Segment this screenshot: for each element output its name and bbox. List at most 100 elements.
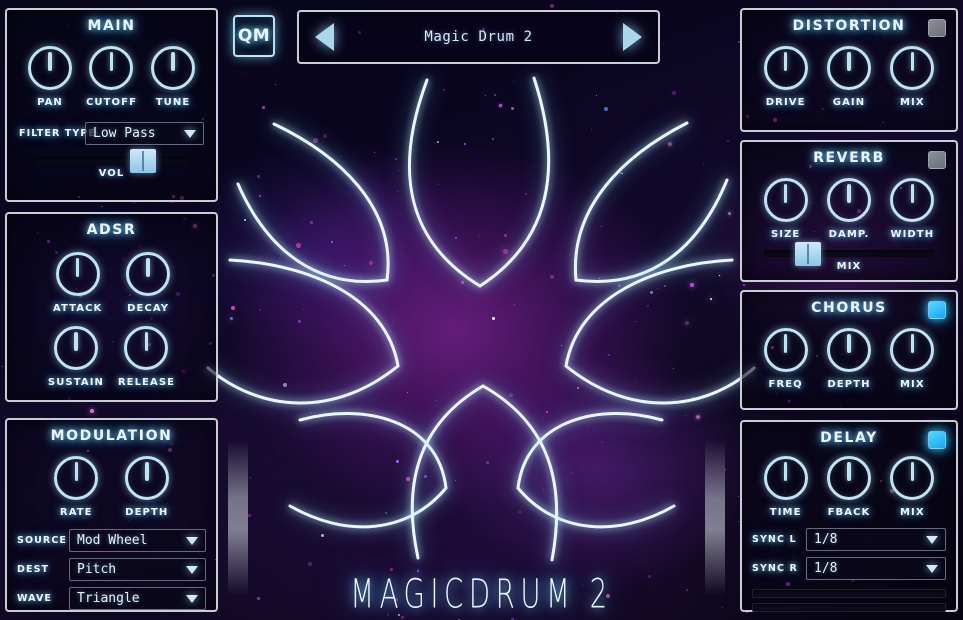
drum-pad-artwork	[206, 68, 756, 568]
knob-depth[interactable]: DEPTH	[124, 456, 169, 518]
knob-size[interactable]: SIZE	[763, 178, 808, 240]
knob-cutoff-label: CUTOFF	[85, 97, 138, 108]
reverb-mix-slider-handle[interactable]	[795, 241, 822, 266]
mod-source-value: Mod Wheel	[77, 533, 148, 548]
filter-type-dropdown[interactable]: Low Pass	[85, 122, 204, 145]
knob-freq-dial[interactable]	[763, 328, 808, 372]
knob-damp-dial[interactable]	[826, 178, 871, 222]
knob-freq[interactable]: FREQ	[763, 328, 808, 390]
knob-fback[interactable]: FBACK	[826, 456, 871, 518]
distortion-enable-toggle[interactable]	[928, 19, 946, 37]
knob-decay-dial[interactable]	[126, 252, 171, 296]
knob-tune-dial[interactable]	[151, 46, 195, 90]
panel-reverb: REVERB SIZE DAMP. WIDTH MIX	[740, 140, 958, 282]
mod-source-dropdown[interactable]: Mod Wheel	[69, 529, 206, 552]
chevron-down-icon	[186, 536, 198, 545]
filter-type-value: Low Pass	[93, 126, 156, 141]
knob-decay-label: DECAY	[127, 303, 170, 314]
knob-time-dial[interactable]	[763, 456, 808, 500]
chevron-down-icon	[926, 564, 938, 573]
knob-release-dial[interactable]	[124, 326, 169, 370]
knob-pan[interactable]: PAN	[27, 46, 72, 108]
preset-next-button[interactable]	[622, 23, 642, 51]
delay-enable-toggle[interactable]	[928, 431, 946, 449]
filter-type-label: FILTER TYPE	[19, 128, 97, 139]
knob-chorus-depth-label: DEPTH	[827, 379, 871, 390]
knob-release[interactable]: RELEASE	[118, 326, 175, 388]
preset-name[interactable]: Magic Drum 2	[424, 29, 532, 45]
vol-slider-handle[interactable]	[129, 148, 156, 173]
panel-delay-title: DELAY	[820, 430, 878, 446]
knob-distortion-gain-label: GAIN	[832, 97, 866, 108]
knob-cutoff[interactable]: CUTOFF	[86, 46, 137, 108]
page-title: MAGICDRUM 2	[350, 570, 613, 619]
knob-sustain-label: SUSTAIN	[47, 377, 105, 388]
panel-adsr: ADSR ATTACK DECAY SUSTAIN RELEASE	[5, 212, 218, 402]
knob-width[interactable]: WIDTH	[890, 178, 935, 240]
knob-chorus-mix-dial[interactable]	[890, 328, 935, 372]
knob-time[interactable]: TIME	[763, 456, 808, 518]
reverb-mix-slider-track[interactable]	[764, 241, 934, 266]
knob-distortion-mix-dial[interactable]	[890, 46, 935, 90]
knob-sustain-dial[interactable]	[53, 326, 98, 370]
vol-slider-label: VOL	[98, 168, 125, 179]
sync-l-label: SYNC L	[752, 534, 797, 545]
reverb-enable-toggle[interactable]	[928, 151, 946, 169]
knob-delay-mix-dial[interactable]	[890, 456, 935, 500]
knob-damp[interactable]: DAMP.	[826, 178, 871, 240]
knob-attack-dial[interactable]	[55, 252, 100, 296]
mod-source-label: SOURCE	[17, 535, 68, 546]
knob-decay[interactable]: DECAY	[126, 252, 171, 314]
knob-width-label: WIDTH	[890, 229, 935, 240]
chorus-enable-toggle[interactable]	[928, 301, 946, 319]
vol-slider-row: VOL	[7, 148, 216, 179]
petal-upper-right	[573, 121, 729, 283]
sync-l-row: SYNC L 1/8	[742, 528, 956, 551]
vol-slider-track[interactable]	[33, 148, 190, 173]
knob-fback-label: FBACK	[827, 507, 871, 518]
preset-prev-button[interactable]	[315, 23, 334, 51]
knob-delay-mix[interactable]: MIX	[890, 456, 935, 518]
knob-chorus-mix[interactable]: MIX	[890, 328, 935, 390]
knob-chorus-depth-dial[interactable]	[826, 328, 871, 372]
knob-delay-mix-label: MIX	[899, 507, 925, 518]
sync-l-dropdown[interactable]: 1/8	[806, 528, 946, 551]
knob-chorus-mix-label: MIX	[899, 379, 925, 390]
knob-pan-dial[interactable]	[27, 46, 72, 90]
brand-logo: QM	[233, 15, 275, 57]
panel-modulation-title: MODULATION	[50, 428, 173, 444]
brand-logo-text: QM	[237, 26, 271, 46]
knob-depth-label: DEPTH	[125, 507, 169, 518]
knob-cutoff-dial[interactable]	[89, 46, 134, 90]
knob-sustain[interactable]: SUSTAIN	[48, 326, 104, 388]
knob-chorus-depth[interactable]: DEPTH	[826, 328, 871, 390]
petal-lower-left	[288, 412, 448, 529]
panel-chorus: CHORUS FREQ DEPTH MIX	[740, 290, 958, 410]
knob-width-dial[interactable]	[890, 178, 935, 222]
panel-adsr-title: ADSR	[86, 222, 137, 238]
knob-rate-label: RATE	[59, 507, 93, 518]
filter-type-row: FILTER TYPE Low Pass	[7, 122, 216, 145]
knob-drive-label: DRIVE	[765, 97, 806, 108]
distortion-knob-group: DRIVE GAIN MIX	[742, 46, 956, 108]
sync-l-value: 1/8	[814, 532, 838, 547]
knob-size-dial[interactable]	[763, 178, 808, 222]
knob-drive-dial[interactable]	[763, 46, 808, 90]
knob-distortion-mix[interactable]: MIX	[890, 46, 935, 108]
petal-upper-left	[236, 122, 390, 283]
knob-distortion-gain-dial[interactable]	[826, 46, 871, 90]
knob-drive[interactable]: DRIVE	[763, 46, 808, 108]
knob-distortion-gain[interactable]: GAIN	[826, 46, 871, 108]
knob-release-label: RELEASE	[117, 377, 176, 388]
knob-rate-dial[interactable]	[54, 456, 99, 500]
main-knob-group: PAN CUTOFF TUNE	[7, 46, 216, 108]
chevron-down-icon	[926, 535, 938, 544]
panel-chorus-title: CHORUS	[811, 300, 887, 316]
preset-browser: Magic Drum 2	[297, 10, 660, 64]
reverb-mix-slider-row: MIX	[742, 241, 956, 272]
knob-tune[interactable]: TUNE	[151, 46, 195, 108]
knob-attack[interactable]: ATTACK	[53, 252, 103, 314]
knob-rate[interactable]: RATE	[54, 456, 99, 518]
knob-depth-dial[interactable]	[124, 456, 169, 500]
knob-fback-dial[interactable]	[826, 456, 871, 500]
